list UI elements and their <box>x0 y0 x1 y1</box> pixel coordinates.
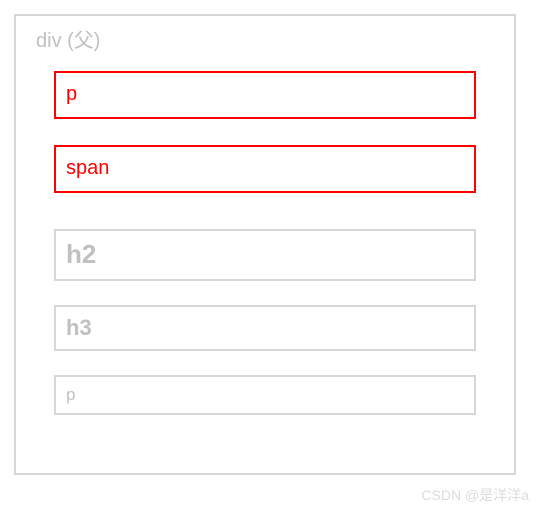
parent-div-box: div (父) p span h2 h3 p <box>14 14 516 475</box>
child-box-span-highlighted: span <box>54 145 476 193</box>
parent-label: div (父) <box>36 24 496 53</box>
child-box-h2: h2 <box>54 229 476 281</box>
watermark-text: CSDN @是洋洋a <box>421 485 529 505</box>
child-box-p-highlighted: p <box>54 71 476 119</box>
children-wrap: p span h2 h3 p <box>34 71 496 415</box>
child-box-h3: h3 <box>54 305 476 351</box>
child-box-p: p <box>54 375 476 415</box>
